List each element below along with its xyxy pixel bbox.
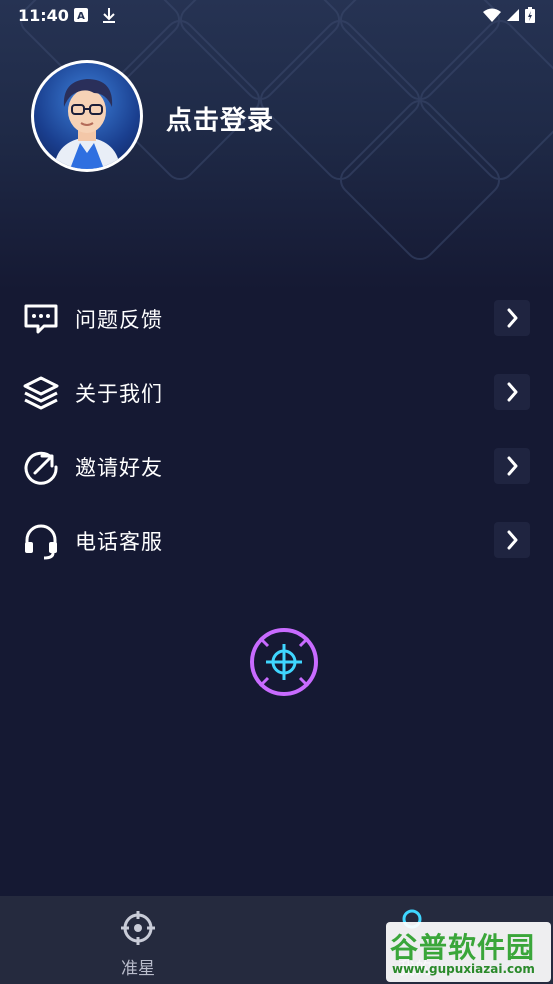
share-arrow-icon bbox=[24, 451, 58, 485]
status-right-icons bbox=[483, 7, 535, 23]
svg-text:A: A bbox=[77, 11, 85, 22]
chevron-right-icon bbox=[494, 374, 530, 410]
watermark: 谷普软件园 www.gupuxiazai.com bbox=[386, 922, 551, 982]
status-time: 11:40 bbox=[18, 6, 69, 25]
avatar-character-icon bbox=[54, 79, 120, 169]
chevron-right-icon bbox=[494, 448, 530, 484]
chevron-right-icon bbox=[494, 522, 530, 558]
battery-icon bbox=[525, 7, 535, 23]
menu-item-invite[interactable]: 邀请好友 bbox=[0, 438, 553, 498]
download-icon bbox=[103, 8, 115, 23]
avatar-image bbox=[34, 63, 140, 169]
menu-item-feedback[interactable]: 问题反馈 bbox=[0, 290, 553, 350]
watermark-url: www.gupuxiazai.com bbox=[392, 962, 535, 976]
status-left-icons: A bbox=[74, 8, 116, 24]
layers-icon bbox=[23, 376, 59, 410]
crosshair-icon bbox=[121, 911, 155, 945]
signal-icon bbox=[507, 9, 519, 21]
wifi-icon bbox=[483, 8, 501, 22]
feedback-icon bbox=[24, 304, 58, 334]
menu-item-label: 邀请好友 bbox=[75, 456, 163, 480]
login-link[interactable]: 点击登录 bbox=[166, 100, 274, 137]
tab-label: 准星 bbox=[121, 959, 155, 979]
watermark-title: 谷普软件园 bbox=[390, 931, 536, 964]
menu-item-phone-support[interactable]: 电话客服 bbox=[0, 512, 553, 572]
avatar[interactable] bbox=[31, 60, 143, 172]
app-notification-icon: A bbox=[74, 8, 88, 22]
status-bar: 11:40 A bbox=[0, 0, 553, 32]
menu-item-label: 电话客服 bbox=[75, 530, 163, 554]
crosshair-target-icon[interactable] bbox=[248, 626, 320, 698]
headset-icon bbox=[25, 524, 57, 560]
menu-item-label: 问题反馈 bbox=[75, 308, 163, 332]
tab-crosshair[interactable]: 准星 bbox=[0, 896, 276, 984]
chevron-right-icon bbox=[494, 300, 530, 336]
menu-item-label: 关于我们 bbox=[75, 382, 163, 406]
menu-item-about[interactable]: 关于我们 bbox=[0, 364, 553, 424]
